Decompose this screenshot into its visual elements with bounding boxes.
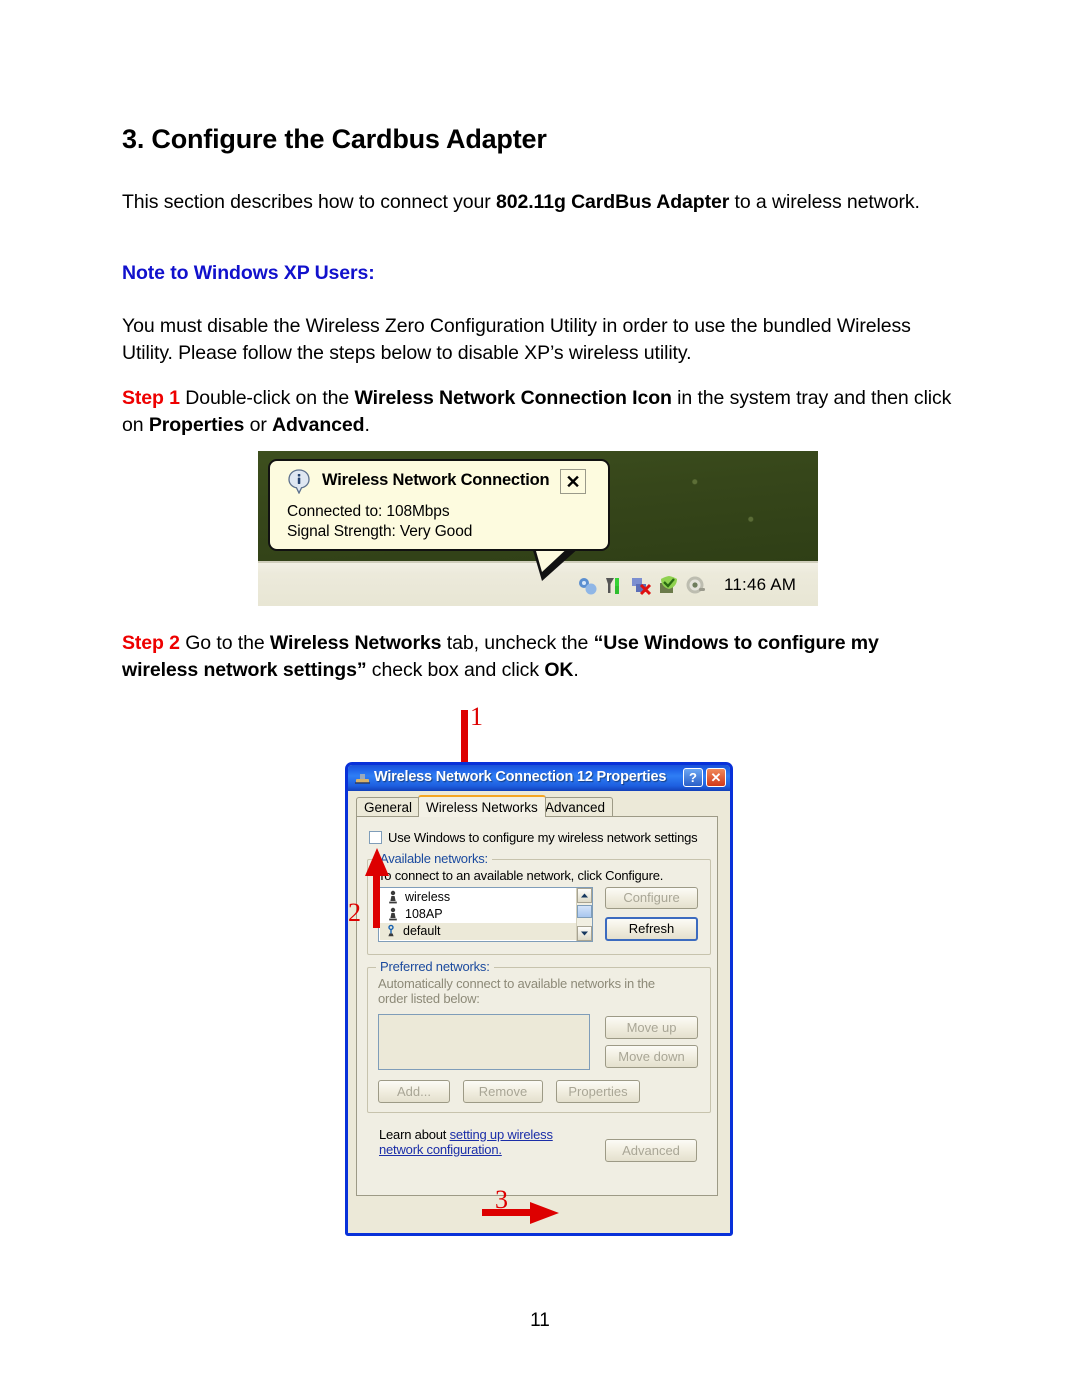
step-2-t2: tab, uncheck the <box>441 632 594 654</box>
intro-text-bold: 802.11g CardBus Adapter <box>495 191 730 213</box>
balloon-close-icon[interactable]: ✕ <box>560 469 586 494</box>
list-item-label: 108AP <box>405 907 443 921</box>
step-2-b1: Wireless Networks <box>269 632 442 654</box>
advanced-button[interactable]: Advanced <box>605 1139 697 1162</box>
document-page: 3. Configure the Cardbus Adapter This se… <box>0 0 1080 1397</box>
scroll-down-icon[interactable] <box>577 926 592 941</box>
dialog-title: Wireless Network Connection 12 Propertie… <box>374 769 667 785</box>
page-title: 3. Configure the Cardbus Adapter <box>122 124 547 154</box>
available-networks-group: Available networks: To connect to an ava… <box>367 851 711 955</box>
scrollbar-thumb[interactable] <box>577 905 592 918</box>
tab-general[interactable]: General <box>356 797 421 816</box>
wireless-networks-panel: Use Windows to configure my wireless net… <box>356 816 718 1196</box>
balloon-connected-line: Connected to: 108Mbps <box>287 503 450 520</box>
preferred-networks-group: Preferred networks: Automatically connec… <box>367 959 711 1113</box>
properties-button[interactable]: Properties <box>556 1080 640 1103</box>
add-button[interactable]: Add... <box>378 1080 450 1103</box>
page-number: 11 <box>530 1310 550 1331</box>
learn-about-text: Learn about setting up wireless network … <box>379 1127 589 1157</box>
close-button[interactable]: ✕ <box>706 768 726 787</box>
balloon-notification: Wireless Network Connection ✕ Connected … <box>268 459 610 551</box>
wireless-network-connection-properties-dialog: Wireless Network Connection 12 Propertie… <box>345 762 733 1236</box>
list-item[interactable]: default <box>380 923 578 940</box>
info-icon <box>287 469 311 495</box>
available-networks-hint: To connect to an available network, clic… <box>378 868 664 883</box>
available-networks-title: Available networks: <box>376 851 492 866</box>
step-2-paragraph: Step 2 Go to the Wireless Networks tab, … <box>122 630 958 684</box>
list-item-label: default <box>403 924 441 938</box>
annotation-arrow-3 <box>482 1200 560 1226</box>
preferred-networks-hint: Automatically connect to available netwo… <box>378 976 655 1006</box>
shield-update-icon[interactable] <box>657 574 681 598</box>
dialog-footer: OK Cancel <box>360 1233 730 1236</box>
intro-text-before: This section describes how to connect yo… <box>122 191 496 213</box>
step-2-b3: OK <box>544 659 574 681</box>
use-windows-checkbox[interactable] <box>369 831 382 844</box>
ok-button[interactable]: OK <box>556 1233 636 1236</box>
learn-about-prefix: Learn about <box>379 1127 450 1142</box>
available-networks-scrollbar[interactable] <box>576 888 592 941</box>
cancel-button[interactable]: Cancel <box>646 1233 726 1236</box>
step-1-t1: Double-click on the <box>179 387 355 409</box>
balloon-title: Wireless Network Connection <box>322 471 550 489</box>
tab-advanced[interactable]: Advanced <box>537 797 614 816</box>
use-windows-checkbox-label: Use Windows to configure my wireless net… <box>388 830 698 845</box>
network-disconnected-icon[interactable] <box>630 574 654 598</box>
remove-button[interactable]: Remove <box>463 1080 543 1103</box>
move-down-button[interactable]: Move down <box>605 1045 698 1068</box>
preferred-networks-list[interactable] <box>378 1014 590 1070</box>
scroll-up-icon[interactable] <box>577 888 592 903</box>
list-item-label: wireless <box>405 890 451 904</box>
dialog-title-bar: Wireless Network Connection 12 Propertie… <box>348 765 730 791</box>
step-1-b3: Advanced <box>272 414 365 436</box>
step-1-b2: Properties <box>148 414 245 436</box>
note-heading: Note to Windows XP Users: <box>122 262 375 284</box>
step-1-t3: or <box>244 414 273 436</box>
help-button[interactable]: ? <box>683 768 703 787</box>
step-1-paragraph: Step 1 Double-click on the Wireless Netw… <box>122 385 958 439</box>
tab-wireless-networks[interactable]: Wireless Networks <box>418 795 546 817</box>
move-up-button[interactable]: Move up <box>605 1016 698 1039</box>
configure-button[interactable]: Configure <box>605 887 698 909</box>
step-2-t1: Go to the <box>179 632 270 654</box>
signal-strength-icon[interactable] <box>603 574 627 598</box>
annotation-number-3: 3 <box>495 1185 508 1214</box>
taskbar-clock: 11:46 AM <box>724 575 797 594</box>
step-1-label: Step 1 <box>122 387 180 409</box>
annotation-number-2: 2 <box>348 898 361 927</box>
figure-balloon-screenshot: 11:46 AM Wireless Network Connection ✕ C… <box>258 451 818 606</box>
dialog-body: General Wireless Networks Advanced Use W… <box>354 795 724 1231</box>
safely-remove-hardware-icon[interactable] <box>684 574 708 598</box>
step-2-label: Step 2 <box>122 632 180 654</box>
network-adapter-icon <box>354 770 371 787</box>
system-tray: 11:46 AM <box>576 568 814 604</box>
annotation-arrow-2 <box>365 848 391 928</box>
disable-paragraph: You must disable the Wireless Zero Confi… <box>122 315 911 364</box>
step-1-t4: . <box>364 414 370 436</box>
intro-paragraph: This section describes how to connect yo… <box>122 189 952 216</box>
step-2-t3: check box and click <box>366 659 545 681</box>
available-networks-list[interactable]: wireless 108AP default <box>378 887 593 942</box>
refresh-button[interactable]: Refresh <box>605 917 698 941</box>
annotation-number-1: 1 <box>470 702 483 731</box>
step-2-t4: . <box>573 659 579 681</box>
preferred-networks-title: Preferred networks: <box>376 959 494 974</box>
balloon-signal-line: Signal Strength: Very Good <box>287 523 473 540</box>
step-1-b1: Wireless Network Connection Icon <box>354 387 672 409</box>
intro-text-after: to a wireless network. <box>729 191 920 213</box>
